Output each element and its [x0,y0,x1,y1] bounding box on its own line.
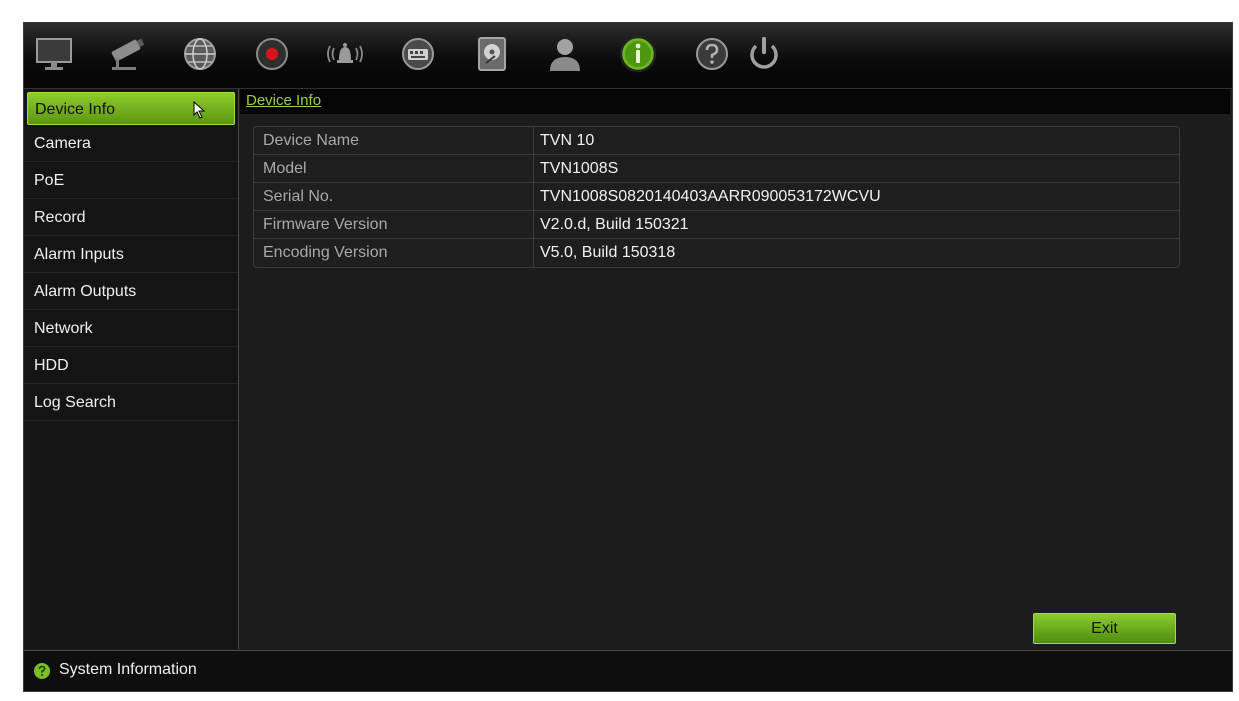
alarm-icon[interactable] [323,29,367,79]
camera-icon[interactable] [106,29,150,79]
network-globe-icon[interactable] [178,29,222,79]
tab-device-info[interactable]: Device Info [246,92,321,109]
sidebar-item-network[interactable]: Network [24,310,238,347]
sidebar-item-hdd[interactable]: HDD [24,347,238,384]
sidebar-item-label: HDD [34,357,69,374]
table-row: Device Name TVN 10 [254,127,1179,155]
sidebar-item-label: Device Info [35,101,116,118]
sidebar-item-label: Camera [34,135,91,152]
help-status-icon [34,663,50,679]
display-icon[interactable] [32,29,76,79]
info-icon[interactable] [616,29,660,79]
status-bar: System Information [24,650,1232,691]
sidebar-item-record[interactable]: Record [24,199,238,236]
sidebar-item-label: Record [34,209,86,226]
table-row: Firmware Version V2.0.d, Build 150321 [254,211,1179,239]
sidebar-item-alarm-inputs[interactable]: Alarm Inputs [24,236,238,273]
sidebar-item-label: Alarm Outputs [34,283,137,300]
sidebar-item-label: PoE [34,172,65,189]
encoding-version-value: V5.0, Build 150318 [540,244,676,261]
sidebar-item-log-search[interactable]: Log Search [24,384,238,421]
sidebar-menu: Device Info Camera PoE Record Alarm Inpu… [24,89,239,649]
serial-no-value: TVN1008S0820140403AARR090053172WCVU [540,188,881,205]
record-icon[interactable] [250,29,294,79]
main-panel: Device Info Device Name TVN 10 Model TVN… [240,89,1232,649]
table-row: Serial No. TVN1008S0820140403AARR0900531… [254,183,1179,211]
device-name-value: TVN 10 [540,132,595,149]
table-row: Encoding Version V5.0, Build 150318 [254,239,1179,267]
top-toolbar [24,23,1232,89]
app-window: Device Info Camera PoE Record Alarm Inpu… [23,22,1233,692]
exit-button[interactable]: Exit [1033,613,1176,644]
status-text: System Information [59,661,197,678]
device-name-label: Device Name [254,127,534,154]
sidebar-item-camera[interactable]: Camera [24,125,238,162]
keyboard-icon[interactable] [396,29,440,79]
breadcrumb: Device Info [240,89,1230,114]
table-row: Model TVN1008S [254,155,1179,183]
encoding-version-label: Encoding Version [254,239,534,267]
sidebar-item-label: Network [34,320,93,337]
user-icon[interactable] [543,29,587,79]
power-icon[interactable] [742,29,786,79]
sidebar-item-label: Alarm Inputs [34,246,124,263]
firmware-version-value: V2.0.d, Build 150321 [540,216,689,233]
firmware-version-label: Firmware Version [254,211,534,238]
model-value: TVN1008S [540,160,619,177]
help-icon[interactable] [690,29,734,79]
device-info-table: Device Name TVN 10 Model TVN1008S Serial… [253,126,1180,268]
sidebar-item-alarm-outputs[interactable]: Alarm Outputs [24,273,238,310]
serial-no-label: Serial No. [254,183,534,210]
mouse-cursor-icon [193,101,206,119]
model-label: Model [254,155,534,182]
sidebar-item-device-info[interactable]: Device Info [27,92,235,125]
hdd-icon[interactable] [470,29,514,79]
sidebar-item-poe[interactable]: PoE [24,162,238,199]
sidebar-item-label: Log Search [34,394,116,411]
